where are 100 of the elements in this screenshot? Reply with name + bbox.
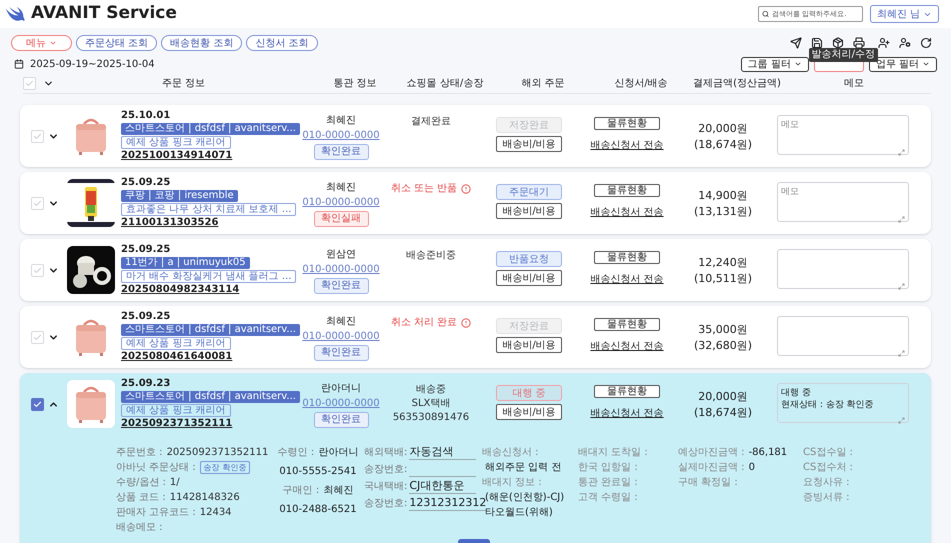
check-icon bbox=[33, 132, 42, 140]
settled-amount: (18,674원) bbox=[694, 137, 752, 153]
memo-field[interactable]: 메모 bbox=[777, 115, 909, 155]
field-value: 010-2488-6521 bbox=[279, 503, 357, 517]
resize-icon[interactable] bbox=[898, 350, 905, 357]
logistics-button[interactable]: 물류현황 bbox=[594, 117, 660, 130]
application-link[interactable]: 배송신청서 전송 bbox=[590, 406, 664, 421]
shipping-fee-button[interactable]: 배송비/비용 bbox=[496, 337, 562, 353]
save-icon[interactable] bbox=[811, 37, 823, 49]
menu-button[interactable]: 메뉴 bbox=[11, 35, 72, 51]
shop-status: 563530891476 bbox=[392, 411, 470, 425]
resize-icon[interactable] bbox=[898, 283, 905, 290]
application-link[interactable]: 배송신청서 전송 bbox=[590, 272, 664, 287]
customs-status[interactable]: 확인완료 bbox=[314, 412, 368, 428]
column-header: 신청서/배송 bbox=[613, 77, 669, 91]
order-date: 25.09.25 bbox=[121, 244, 170, 256]
order-number[interactable]: 21100131303526 bbox=[121, 217, 218, 229]
field-label: 고객 수령일 : bbox=[578, 491, 638, 505]
field-value: -86,181 bbox=[748, 446, 788, 460]
check-icon bbox=[33, 198, 42, 208]
checkbox[interactable] bbox=[31, 398, 44, 410]
field-label: 배송신청서 : bbox=[482, 446, 540, 460]
phone-link[interactable]: 010-0000-0000 bbox=[302, 330, 380, 342]
order-date: 25.09.25 bbox=[121, 177, 170, 189]
field-value: 2025092371352111 bbox=[166, 446, 268, 460]
order-number[interactable]: 2025080461640081 bbox=[121, 351, 232, 363]
checkbox[interactable] bbox=[31, 264, 44, 276]
field-label: 주문번호 : bbox=[116, 446, 163, 460]
product-tag: 효과좋은 나무 상처 치료제 보호제 ... bbox=[121, 203, 296, 216]
phone-link[interactable]: 010-0000-0000 bbox=[302, 196, 380, 208]
user-menu-button[interactable]: 최혜진 님 bbox=[870, 5, 939, 23]
field-label: 아바닛 주문상태 : bbox=[116, 461, 196, 475]
field-label: 송장번호: bbox=[364, 463, 408, 477]
logistics-button[interactable]: 물류현황 bbox=[594, 184, 660, 197]
product-tag: 예제 상품 핑크 캐리어 bbox=[121, 404, 231, 417]
customs-status[interactable]: 확인완료 bbox=[314, 344, 368, 360]
shop-status: 배송준비중 bbox=[406, 249, 456, 263]
printer-icon[interactable] bbox=[853, 37, 865, 49]
refresh-icon[interactable] bbox=[920, 37, 932, 49]
overseas-status-button[interactable]: 반품요청 bbox=[496, 251, 562, 267]
status-badge: 송장 확인중 bbox=[200, 461, 250, 474]
field-label: 구매 확정일 : bbox=[678, 476, 738, 490]
field-value: 010-5555-2541 bbox=[279, 465, 357, 479]
input-field[interactable]: 자동검색 bbox=[409, 445, 476, 460]
checkbox[interactable] bbox=[23, 77, 36, 90]
field-value: 0 bbox=[748, 461, 755, 475]
overseas-status-button[interactable]: 주문대기 bbox=[496, 184, 562, 200]
send-icon[interactable] bbox=[790, 37, 802, 49]
user-plus-icon[interactable] bbox=[878, 37, 890, 49]
filter-button[interactable]: 그룹 필터 bbox=[740, 56, 809, 72]
phone-link[interactable]: 010-0000-0000 bbox=[302, 130, 380, 142]
shipping-fee-button[interactable]: 배송비/비용 bbox=[496, 203, 562, 219]
checkbox[interactable] bbox=[31, 130, 44, 142]
input-field[interactable]: 12312312312 bbox=[409, 496, 486, 511]
logistics-button[interactable]: 물류현황 bbox=[594, 385, 660, 398]
resize-icon[interactable] bbox=[898, 149, 905, 156]
shop-status: 취소 또는 반품 bbox=[390, 182, 472, 196]
alert-icon bbox=[461, 184, 472, 194]
checkbox[interactable] bbox=[31, 196, 44, 210]
order-number[interactable]: 2025100134914071 bbox=[121, 150, 232, 162]
field-value: (해운(인천항)-CJ) bbox=[485, 491, 566, 503]
customer-name: 최혜진 bbox=[326, 180, 356, 194]
shipping-fee-button[interactable]: 배송비/비용 bbox=[496, 404, 562, 420]
nav-button[interactable]: 배송현황 조회 bbox=[161, 35, 242, 51]
shop-status: 배송중 bbox=[416, 383, 446, 397]
user-settings-icon[interactable] bbox=[899, 37, 911, 49]
settled-amount: (13,131원) bbox=[694, 204, 752, 220]
caret-icon bbox=[794, 60, 802, 68]
resize-icon[interactable] bbox=[898, 216, 905, 223]
application-link[interactable]: 배송신청서 전송 bbox=[590, 138, 664, 153]
product-tag: 예제 상품 핑크 캐리어 bbox=[121, 136, 231, 149]
memo-field[interactable] bbox=[777, 249, 909, 289]
field-label: 수량/옵션 : bbox=[116, 476, 166, 490]
logistics-button[interactable]: 물류현황 bbox=[594, 318, 660, 331]
order-number[interactable]: 2025092371352111 bbox=[121, 418, 232, 430]
date-range[interactable]: 2025-09-19~2025-10-04 bbox=[30, 56, 155, 72]
shipping-fee-button[interactable]: 배송비/비용 bbox=[496, 136, 562, 152]
customs-status[interactable]: 확인완료 bbox=[314, 278, 368, 294]
field-label: 상품 코드 : bbox=[116, 491, 166, 505]
memo-field[interactable] bbox=[777, 316, 909, 356]
customs-status[interactable]: 확인완료 bbox=[314, 144, 368, 160]
checkbox[interactable] bbox=[31, 330, 44, 344]
field-label: 배대지 도착일 : bbox=[578, 446, 648, 460]
application-link[interactable]: 배송신청서 전송 bbox=[590, 205, 664, 220]
nav-button[interactable]: 주문상태 조회 bbox=[76, 35, 158, 51]
payment-amount: 20,000원 bbox=[698, 121, 748, 137]
memo-field[interactable]: 대행 중 현재상태 : 송장 확인중 bbox=[777, 383, 909, 423]
nav-button[interactable]: 신청서 조회 bbox=[246, 35, 318, 51]
input-field[interactable]: CJ대한통운 bbox=[409, 479, 476, 494]
shipping-fee-button[interactable]: 배송비/비용 bbox=[496, 270, 562, 286]
logistics-button[interactable]: 물류현황 bbox=[594, 251, 660, 264]
order-date: 25.10.01 bbox=[121, 110, 170, 122]
application-link[interactable]: 배송신청서 전송 bbox=[590, 339, 664, 354]
order-number[interactable]: 20250804982343114 bbox=[121, 284, 240, 296]
resize-icon[interactable] bbox=[898, 417, 905, 424]
app-title: AVANIT Service bbox=[31, 2, 177, 26]
memo-field[interactable]: 메모 bbox=[777, 182, 909, 222]
calendar-icon bbox=[14, 59, 24, 69]
phone-link[interactable]: 010-0000-0000 bbox=[302, 264, 380, 276]
box-icon[interactable] bbox=[832, 37, 844, 49]
